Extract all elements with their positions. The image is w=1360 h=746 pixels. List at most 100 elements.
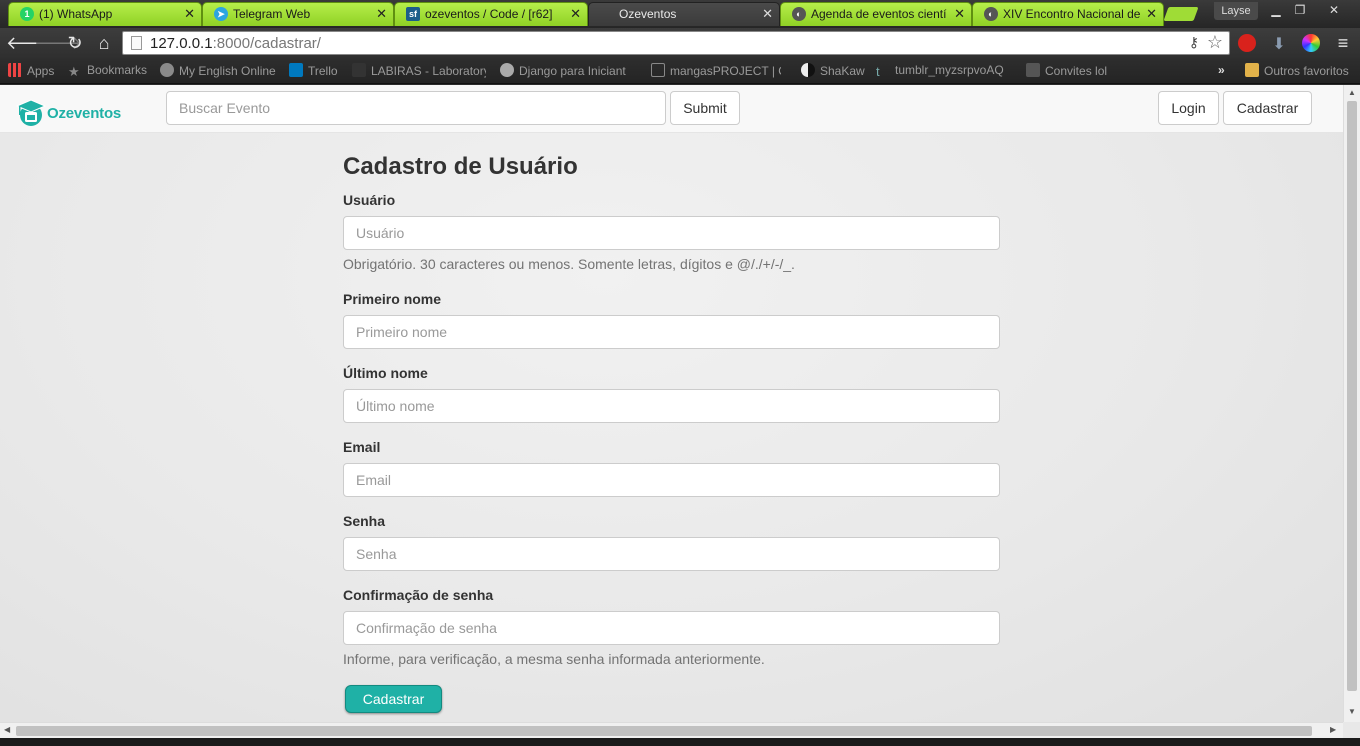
new-tab-button[interactable] (1163, 7, 1199, 21)
apps-grid-icon (8, 63, 22, 77)
tab-title: XIV Encontro Nacional de (1003, 7, 1141, 21)
bookmark-label: My English Online (179, 64, 276, 78)
bookmarks-overflow-button[interactable]: » (1218, 63, 1225, 77)
menu-icon[interactable]: ≡ (1332, 32, 1354, 54)
bookmark-bookmarks[interactable]: ★ Bookmarks (68, 63, 147, 79)
star-icon: ★ (68, 64, 80, 79)
bookmark-trello[interactable]: Trello (289, 63, 338, 78)
tab-title: Agenda de eventos cientí (811, 7, 947, 21)
horizontal-scrollbar[interactable]: ◀ ▶ (0, 722, 1343, 738)
bookmark-label: mangasPROJECT | O (670, 64, 781, 78)
close-tab-icon[interactable]: ✕ (376, 3, 387, 25)
brand-logo[interactable]: Ozeventos (16, 97, 128, 129)
bookmark-tumblr[interactable]: t tumblr_myzsrpvoAQ (876, 63, 1010, 79)
telegram-icon: ➤ (214, 7, 228, 21)
vertical-scroll-thumb[interactable] (1347, 101, 1357, 691)
site-navbar: Ozeventos Submit Login Cadastrar (0, 85, 1343, 133)
bookmark-labiras[interactable]: LABIRAS - Laboratory (352, 63, 486, 78)
reload-icon[interactable]: ↻ (64, 32, 86, 54)
close-tab-icon[interactable]: ✕ (1146, 3, 1157, 25)
folder-icon (1245, 63, 1259, 77)
username-label: Usuário (343, 192, 396, 208)
search-input[interactable] (166, 91, 666, 125)
password-confirm-help-text: Informe, para verificação, a mesma senha… (343, 651, 765, 667)
back-icon[interactable]: 🡐 (6, 32, 54, 54)
minimize-icon[interactable]: ▁ (1266, 2, 1286, 18)
event-icon: ◐ (984, 7, 998, 21)
adblock-icon[interactable] (1238, 34, 1256, 52)
last-name-label: Último nome (343, 365, 428, 381)
url-path: :8000/cadastrar/ (212, 35, 321, 52)
bookmark-my-english-online[interactable]: My English Online (160, 63, 276, 78)
whatsapp-icon: 1 (20, 7, 34, 21)
close-tab-icon[interactable]: ✕ (184, 3, 195, 25)
color-picker-icon[interactable] (1302, 34, 1320, 52)
close-tab-icon[interactable]: ✕ (570, 3, 581, 25)
close-tab-icon[interactable]: ✕ (762, 3, 773, 25)
sourceforge-icon: sf (406, 7, 420, 21)
scroll-down-icon[interactable]: ▼ (1348, 707, 1356, 716)
bookmark-shakaw[interactable]: ShaKaw (801, 63, 865, 78)
search-submit-button[interactable]: Submit (670, 91, 740, 125)
forward-icon[interactable]: 🡒 (34, 32, 82, 54)
email-field[interactable] (343, 463, 1000, 497)
signup-submit-button[interactable]: Cadastrar (345, 685, 442, 713)
globe-icon (160, 63, 174, 77)
first-name-field[interactable] (343, 315, 1000, 349)
trello-icon (289, 63, 303, 77)
brand-name: Ozeventos (47, 105, 122, 122)
page-title: Cadastro de Usuário (343, 153, 578, 180)
tab-title: Ozeventos (619, 7, 677, 21)
close-tab-icon[interactable]: ✕ (954, 3, 965, 25)
tab-whatsapp[interactable]: 1 (1) WhatsApp ✕ (8, 2, 202, 26)
bookmark-label: ShaKaw (820, 64, 865, 78)
url-host: 127.0.0.1 (150, 35, 213, 52)
browser-tab-strip: 1 (1) WhatsApp ✕ ➤ Telegram Web ✕ sf oze… (0, 0, 1360, 28)
other-bookmarks-folder[interactable]: Outros favoritos (1245, 63, 1349, 78)
bookmark-django[interactable]: Django para Iniciant (500, 63, 634, 78)
key-icon[interactable]: ⚷ (1189, 34, 1199, 51)
scroll-left-icon[interactable]: ◀ (4, 725, 10, 734)
profile-name[interactable]: Layse (1214, 2, 1258, 20)
tab-sourceforge[interactable]: sf ozeventos / Code / [r62] ✕ (394, 2, 588, 26)
signup-nav-button[interactable]: Cadastrar (1223, 91, 1312, 125)
bookmark-apps[interactable]: Apps (8, 63, 54, 78)
close-window-icon[interactable]: ✕ (1324, 2, 1344, 18)
address-bar[interactable]: 127.0.0.1:8000/cadastrar/ ⚷ ☆ (122, 31, 1230, 55)
tab-telegram[interactable]: ➤ Telegram Web ✕ (202, 2, 394, 26)
image-icon (1026, 63, 1040, 77)
password-confirm-label: Confirmação de senha (343, 587, 494, 603)
scroll-up-icon[interactable]: ▲ (1348, 88, 1356, 97)
restore-icon[interactable]: ❐ (1290, 2, 1310, 18)
page-icon (131, 36, 142, 50)
home-icon[interactable]: ⌂ (93, 32, 115, 54)
bookmarks-bar: Apps ★ Bookmarks My English Online Trello… (0, 58, 1360, 84)
bookmark-convites[interactable]: Convites lol (1026, 63, 1107, 78)
page-icon (651, 63, 665, 77)
page-viewport: Ozeventos Submit Login Cadastrar Cadastr… (0, 85, 1343, 722)
password-field[interactable] (343, 537, 1000, 571)
download-icon[interactable]: ⬇ (1270, 34, 1288, 53)
tab-ozeventos[interactable]: Ozeventos ✕ (588, 2, 780, 26)
username-field[interactable] (343, 216, 1000, 250)
password-confirm-field[interactable] (343, 611, 1000, 645)
tab-agenda[interactable]: ◐ Agenda de eventos cientí ✕ (780, 2, 972, 26)
bookmark-star-icon[interactable]: ☆ (1207, 32, 1223, 53)
bookmark-label: Django para Iniciant (519, 64, 626, 78)
yinyang-icon (801, 63, 815, 77)
lab-icon (352, 63, 366, 77)
email-label: Email (343, 439, 381, 455)
bookmark-mangasproject[interactable]: mangasPROJECT | O (651, 63, 781, 78)
url-text[interactable]: 127.0.0.1:8000/cadastrar/ (150, 35, 321, 52)
bookmark-label: Bookmarks (87, 63, 148, 77)
scroll-right-icon[interactable]: ▶ (1330, 725, 1336, 734)
graduation-cap-icon (16, 99, 46, 126)
bookmark-label: Outros favoritos (1264, 64, 1349, 78)
bookmark-label: Apps (27, 64, 55, 78)
tab-encontro[interactable]: ◐ XIV Encontro Nacional de ✕ (972, 2, 1164, 26)
login-button[interactable]: Login (1158, 91, 1219, 125)
vertical-scrollbar[interactable]: ▲ ▼ (1343, 85, 1360, 722)
event-icon: ◐ (792, 7, 806, 21)
last-name-field[interactable] (343, 389, 1000, 423)
horizontal-scroll-thumb[interactable] (16, 726, 1312, 736)
